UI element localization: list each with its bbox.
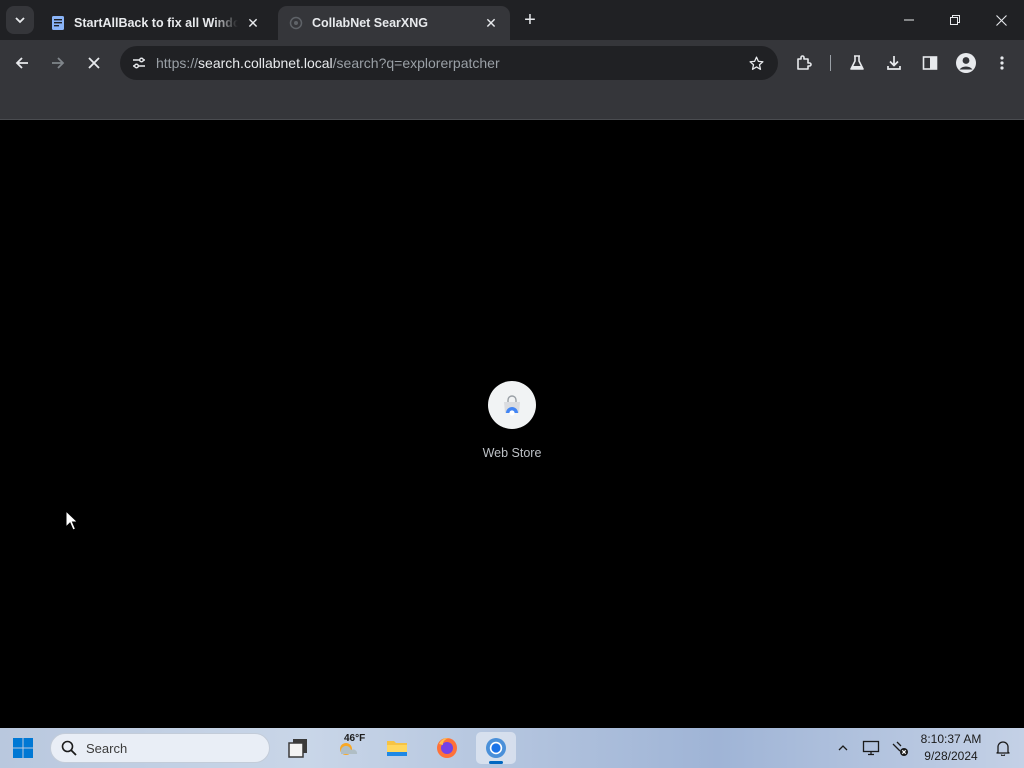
firefox-icon [437,738,457,758]
tab-search-button[interactable] [6,6,34,34]
browser-toolbar: https://search.collabnet.local/search?q=… [0,40,1024,86]
bookmark-star-icon[interactable] [746,53,766,73]
tab-title: CollabNet SearXNG [312,16,429,30]
downloads-button[interactable] [879,48,909,78]
windows-logo-icon [13,738,33,758]
bookmarks-bar [0,86,1024,120]
network-disconnected-icon [892,741,908,756]
restore-icon [950,15,960,25]
firefox-button[interactable] [427,732,467,764]
restore-button[interactable] [932,0,978,40]
document-icon [50,15,66,31]
tab-collabnet-searxng[interactable]: CollabNet SearXNG ✕ [278,6,510,40]
tab-startallback[interactable]: StartAllBack to fix all Windows 11 UI ✕ [40,6,272,40]
stop-icon [88,57,100,69]
back-button[interactable] [7,48,37,78]
puzzle-icon [797,55,812,70]
taskbar-clock[interactable]: 8:10:37 AM 9/28/2024 [914,731,988,765]
menu-button[interactable] [987,48,1017,78]
arrow-left-icon [15,57,28,69]
url-scheme: https:// [156,55,199,71]
page-content: Web Store [0,121,1024,728]
chevron-down-icon [15,17,25,24]
clock-time: 8:10:37 AM [920,732,982,746]
chevron-up-icon [838,745,848,751]
task-view-icon [288,739,307,758]
clock-date: 9/28/2024 [924,749,978,763]
address-bar[interactable]: https://search.collabnet.local/search?q=… [120,46,778,80]
search-icon [61,740,77,756]
avatar-icon [956,53,976,73]
close-window-button[interactable] [978,0,1024,40]
mouse-pointer-icon [65,510,79,531]
close-icon [995,14,1007,26]
side-panel-icon [922,56,938,70]
url-host: search.collabnet.local [198,55,333,71]
active-app-indicator [489,761,503,764]
show-hidden-icons-button[interactable] [833,738,853,758]
new-tab-button[interactable]: + [518,8,542,32]
file-explorer-icon [387,741,407,756]
close-tab-button[interactable]: ✕ [244,14,262,32]
labs-button[interactable] [842,48,872,78]
minimize-button[interactable] [886,0,932,40]
start-button[interactable] [8,734,38,762]
download-icon [887,56,901,70]
taskbar: Search 46°F 8:10:37 AM 9/28/2024 [0,728,1024,768]
display-tray-button[interactable] [861,738,881,758]
close-tab-button[interactable]: ✕ [482,14,500,32]
shortcut-label: Web Store [482,446,542,460]
file-explorer-button[interactable] [377,732,417,764]
toolbar-separator [830,55,831,71]
flask-icon [850,55,864,70]
site-info-icon[interactable] [122,46,156,80]
extensions-button[interactable] [789,48,819,78]
weather-temperature: 46°F [344,733,366,744]
shortcut-web-store[interactable]: Web Store [472,381,552,471]
task-view-button[interactable] [278,732,318,764]
plus-icon: + [524,8,536,31]
tab-title: StartAllBack to fix all Windows 11 UI [74,16,238,30]
stop-loading-button[interactable] [79,48,109,78]
monitor-icon [862,740,880,756]
minimize-icon [904,19,914,21]
chrome-button[interactable] [476,732,516,764]
tab-strip: StartAllBack to fix all Windows 11 UI ✕ … [0,0,1024,40]
notifications-button[interactable] [993,738,1013,758]
forward-button[interactable] [43,48,73,78]
search-placeholder: Search [86,740,128,756]
chrome-icon [486,738,506,758]
more-vert-icon [1000,56,1004,70]
globe-icon [288,15,304,31]
profile-button[interactable] [951,48,981,78]
close-icon: ✕ [485,14,497,31]
arrow-right-icon [52,57,65,69]
web-store-icon [488,381,536,429]
side-panel-button[interactable] [915,48,945,78]
taskbar-search[interactable]: Search [50,733,270,763]
bell-icon [996,741,1010,756]
network-tray-button[interactable] [890,738,910,758]
close-icon: ✕ [247,14,259,31]
url-text[interactable]: https://search.collabnet.local/search?q=… [156,55,500,71]
url-path: /search?q=explorerpatcher [332,55,500,71]
